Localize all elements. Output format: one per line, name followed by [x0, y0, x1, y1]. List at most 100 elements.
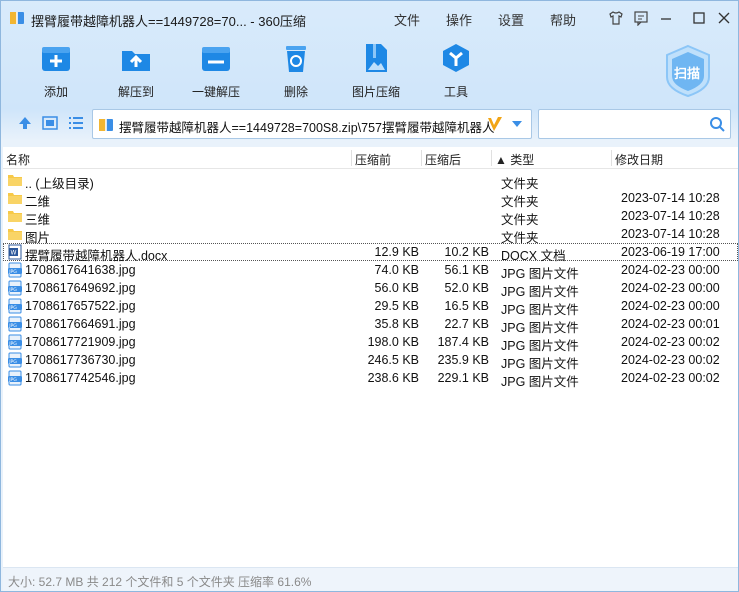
jpg-file-icon: JPG: [8, 316, 22, 332]
svg-text:JPG: JPG: [8, 359, 17, 365]
svg-text:JPG: JPG: [8, 287, 17, 293]
search-box[interactable]: [538, 109, 731, 139]
file-name: 1708617664691.jpg: [25, 317, 136, 331]
tools-button[interactable]: 工具: [421, 41, 491, 101]
add-button[interactable]: 添加: [21, 41, 91, 101]
file-date: 2023-06-19 17:00: [621, 245, 720, 259]
svg-text:JPG: JPG: [8, 377, 17, 383]
column-divider[interactable]: [351, 150, 352, 166]
image-compress-button[interactable]: 图片压缩: [341, 41, 411, 101]
file-size-after: 187.4 KB: [437, 335, 489, 349]
svg-text:JPG: JPG: [8, 269, 17, 275]
file-row[interactable]: 图片 文件夹 2023-07-14 10:28: [3, 225, 738, 245]
column-after[interactable]: 压缩后: [425, 151, 461, 168]
close-icon: [718, 12, 730, 24]
address-bar[interactable]: 摆臂履带越障机器人==1449728=700S8.zip\757摆臂履带越障机器…: [92, 109, 532, 139]
file-date: 2024-02-23 00:02: [621, 335, 720, 349]
column-modified[interactable]: 修改日期: [615, 151, 663, 168]
file-size-before: 56.0 KB: [374, 281, 419, 295]
address-path[interactable]: 摆臂履带越障机器人==1449728=700S8.zip\757摆臂履带越障机器…: [119, 117, 499, 136]
file-size-after: 52.0 KB: [444, 281, 489, 295]
minimize-button[interactable]: [656, 8, 676, 28]
file-size-before: 12.9 KB: [374, 245, 419, 259]
list-view-icon[interactable]: [67, 114, 85, 132]
file-row[interactable]: JPG 1708617641638.jpg 74.0 KB 56.1 KB JP…: [3, 261, 738, 281]
status-bar: 大小: 52.7 MB 共 212 个文件和 5 个文件夹 压缩率 61.6%: [3, 567, 738, 591]
svg-text:W: W: [11, 250, 17, 257]
column-name[interactable]: 名称: [6, 151, 30, 168]
jpg-file-icon: JPG: [8, 352, 22, 368]
jpg-file-icon: JPG: [8, 262, 22, 278]
skin-button[interactable]: [606, 8, 626, 28]
maximize-icon: [693, 12, 705, 24]
file-date: 2024-02-23 00:01: [621, 317, 720, 331]
menu-operate[interactable]: 操作: [446, 10, 472, 29]
list-header: 名称 压缩前 压缩后 ▲ 类型 修改日期: [3, 147, 738, 169]
file-size-after: 229.1 KB: [437, 371, 489, 385]
add-label: 添加: [43, 85, 68, 99]
menu-settings[interactable]: 设置: [498, 10, 524, 29]
file-row[interactable]: JPG 1708617721909.jpg 198.0 KB 187.4 KB …: [3, 333, 738, 353]
file-row[interactable]: JPG 1708617664691.jpg 35.8 KB 22.7 KB JP…: [3, 315, 738, 335]
file-size-after: 56.1 KB: [444, 263, 489, 277]
extract-to-button[interactable]: 解压到: [101, 41, 171, 101]
menu-file[interactable]: 文件: [394, 10, 420, 29]
address-dropdown-icon[interactable]: [511, 120, 523, 128]
file-row[interactable]: JPG 1708617742546.jpg 238.6 KB 229.1 KB …: [3, 369, 738, 389]
file-size-before: 29.5 KB: [374, 299, 419, 313]
tools-label: 工具: [443, 85, 468, 99]
column-divider[interactable]: [611, 150, 612, 166]
file-size-after: 22.7 KB: [444, 317, 489, 331]
file-size-before: 246.5 KB: [367, 353, 419, 367]
file-date: 2024-02-23 00:02: [621, 371, 720, 385]
title-bar: 摆臂履带越障机器人==1449728=70... - 360压缩 文件 操作 设…: [1, 1, 738, 35]
file-date: 2023-07-14 10:28: [621, 209, 720, 223]
column-divider[interactable]: [421, 150, 422, 166]
file-size-after: 16.5 KB: [444, 299, 489, 313]
delete-label: 删除: [283, 85, 308, 99]
file-list: 名称 压缩前 压缩后 ▲ 类型 修改日期 .. (上级目录) 文件夹 二维 文件…: [3, 147, 738, 567]
image-compress-icon: [366, 44, 387, 72]
scan-label: 扫描: [674, 66, 701, 81]
file-name: 1708617649692.jpg: [25, 281, 136, 295]
column-before[interactable]: 压缩前: [355, 151, 391, 168]
file-row[interactable]: W 摆臂履带越障机器人.docx 12.9 KB 10.2 KB DOCX 文档…: [3, 243, 738, 263]
search-icon[interactable]: [709, 116, 725, 132]
search-input[interactable]: [543, 114, 703, 134]
app-logo-icon: [10, 12, 24, 24]
status-text: 大小: 52.7 MB 共 212 个文件和 5 个文件夹 压缩率 61.6%: [8, 575, 312, 589]
file-row[interactable]: 三维 文件夹 2023-07-14 10:28: [3, 207, 738, 227]
zip-archive-icon: [99, 119, 113, 131]
file-row[interactable]: JPG 1708617649692.jpg 56.0 KB 52.0 KB JP…: [3, 279, 738, 299]
maximize-button[interactable]: [689, 8, 709, 28]
jpg-file-icon: JPG: [8, 280, 22, 296]
file-size-after: 235.9 KB: [437, 353, 489, 367]
one-click-extract-button[interactable]: 一键解压: [181, 41, 251, 101]
file-row[interactable]: JPG 1708617657522.jpg 29.5 KB 16.5 KB JP…: [3, 297, 738, 317]
window-title: 摆臂履带越障机器人==1449728=70... - 360压缩: [31, 14, 306, 29]
column-divider[interactable]: [491, 150, 492, 166]
feedback-icon: [634, 11, 648, 26]
file-row[interactable]: .. (上级目录) 文件夹: [3, 171, 738, 191]
file-row[interactable]: 二维 文件夹 2023-07-14 10:28: [3, 189, 738, 209]
delete-button[interactable]: 删除: [261, 41, 331, 101]
file-size-before: 238.6 KB: [367, 371, 419, 385]
image-compress-label: 图片压缩: [351, 85, 400, 99]
svg-text:JPG: JPG: [8, 305, 17, 311]
close-button[interactable]: [714, 8, 734, 28]
file-row[interactable]: JPG 1708617736730.jpg 246.5 KB 235.9 KB …: [3, 351, 738, 371]
thumbnail-view-icon[interactable]: [41, 114, 59, 132]
add-icon: [42, 47, 70, 71]
folder-icon: [8, 175, 22, 186]
scan-button[interactable]: 扫描: [661, 43, 715, 99]
extract-to-icon: [122, 51, 150, 71]
menu-help[interactable]: 帮助: [550, 10, 576, 29]
one-click-extract-label: 一键解压: [191, 85, 240, 99]
up-level-icon[interactable]: [16, 114, 34, 132]
feedback-button[interactable]: [631, 8, 651, 28]
file-size-before: 198.0 KB: [367, 335, 419, 349]
column-type[interactable]: ▲ 类型: [495, 151, 534, 168]
delete-icon: [286, 46, 306, 72]
svg-text:JPG: JPG: [8, 323, 17, 329]
jpg-file-icon: JPG: [8, 370, 22, 386]
